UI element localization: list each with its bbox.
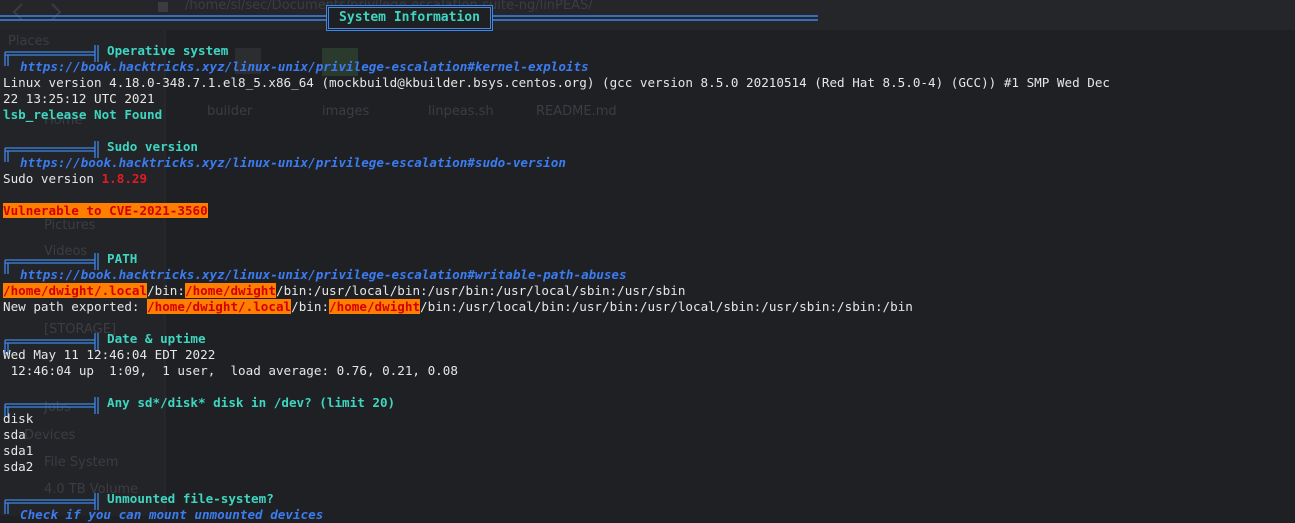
kernel-version-line-2: 22 13:25:12 UTC 2021 bbox=[3, 91, 155, 106]
uptime-line: 12:46:04 up 1:09, 1 user, load average: … bbox=[3, 363, 458, 378]
path-exported-line: New path exported: /home/dwight/.local/b… bbox=[3, 299, 913, 315]
section-title-sudo: Sudo version bbox=[107, 139, 198, 154]
kernel-version-line: Linux version 4.18.0-348.7.1.el8_5.x86_6… bbox=[3, 75, 1110, 90]
path-line: /home/dwight/.local/bin:/home/dwight/bin… bbox=[3, 283, 685, 299]
page-title: System Information bbox=[326, 5, 493, 31]
path-writable-2: /home/dwight bbox=[184, 283, 276, 298]
path-segment: /bin:/usr/local/bin:/usr/bin:/usr/local/… bbox=[420, 299, 913, 314]
sudo-version-prefix: Sudo version bbox=[3, 171, 102, 186]
link-sudo-version[interactable]: https://book.hacktricks.xyz/linux-unix/p… bbox=[20, 155, 566, 171]
sudo-version-line: Sudo version 1.8.29 bbox=[3, 171, 147, 187]
terminal-output: System Information Operative system http… bbox=[0, 0, 1295, 522]
disk-item: sda bbox=[3, 427, 26, 442]
section-title-os: Operative system bbox=[107, 43, 229, 58]
path-segment: /bin: bbox=[147, 283, 185, 298]
path-segment: /bin: bbox=[291, 299, 330, 314]
date-line: Wed May 11 12:46:04 EDT 2022 bbox=[3, 347, 216, 362]
section-title-disks: Any sd*/disk* disk in /dev? (limit 20) bbox=[107, 395, 396, 410]
path-segment: /bin:/usr/local/bin:/usr/bin:/usr/local/… bbox=[275, 283, 686, 298]
link-writable-path[interactable]: https://book.hacktricks.xyz/linux-unix/p… bbox=[20, 267, 627, 283]
section-title-path: PATH bbox=[107, 251, 138, 266]
header-divider bbox=[0, 15, 818, 21]
sudo-version-number: 1.8.29 bbox=[101, 171, 148, 186]
vulnerability-badge: Vulnerable to CVE-2021-3560 bbox=[3, 203, 208, 218]
path-writable-1: /home/dwight/.local bbox=[3, 283, 148, 298]
section-title-unmounted: Unmounted file-system? bbox=[107, 491, 274, 506]
lsb-release-status: lsb_release Not Found bbox=[3, 107, 163, 122]
path-exported-prefix: New path exported: bbox=[3, 299, 148, 314]
disk-item: sda2 bbox=[3, 459, 34, 474]
disk-item: disk bbox=[3, 411, 34, 426]
path-exported-writable-1: /home/dwight/.local bbox=[147, 299, 292, 314]
disk-item: sda1 bbox=[3, 443, 34, 458]
path-exported-writable-2: /home/dwight bbox=[329, 299, 421, 314]
link-kernel-exploits[interactable]: https://book.hacktricks.xyz/linux-unix/p… bbox=[20, 59, 589, 75]
vulnerability-line: Vulnerable to CVE-2021-3560 bbox=[3, 203, 208, 219]
link-unmounted-devices[interactable]: Check if you can mount unmounted devices bbox=[20, 507, 323, 523]
section-title-date: Date & uptime bbox=[107, 331, 206, 346]
